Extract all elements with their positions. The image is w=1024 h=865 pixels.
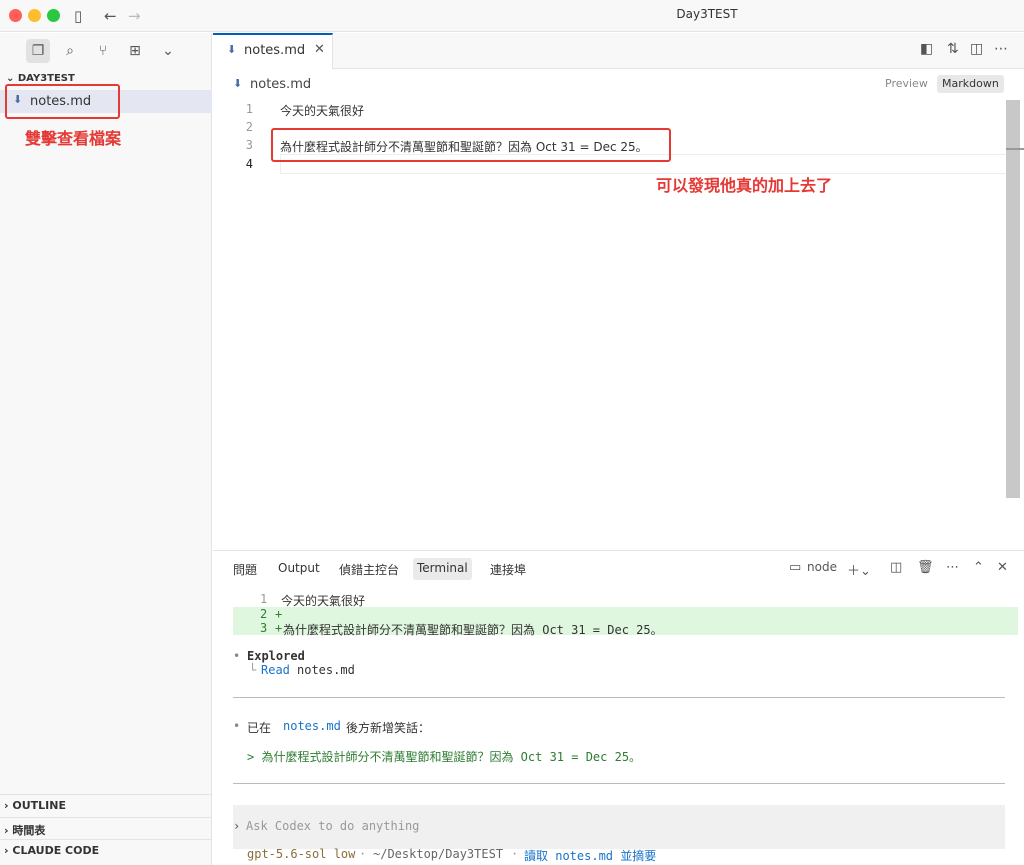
tab-problems[interactable]: 問題 bbox=[229, 558, 261, 580]
sidebar-section-timeline[interactable]: › 時間表 bbox=[0, 817, 212, 839]
summary-suffix: 後方新增笑話： bbox=[346, 721, 431, 735]
explorer-icon[interactable]: ❐ bbox=[26, 39, 50, 63]
line-number: 3 bbox=[245, 138, 253, 152]
code-line[interactable]: 1 今天的天氣很好 bbox=[213, 100, 1008, 118]
status-model: gpt-5.6-sol low bbox=[247, 847, 356, 861]
source-control-icon[interactable]: ⑂ bbox=[91, 39, 115, 63]
close-icon[interactable]: ✕ bbox=[314, 42, 325, 57]
sidebar-section-claude-code[interactable]: › CLAUDE CODE bbox=[0, 839, 212, 861]
diff-line-number: 2 bbox=[260, 607, 268, 621]
tab-ports[interactable]: 連接埠 bbox=[486, 558, 530, 580]
terminal-icon: ▭ bbox=[789, 560, 802, 575]
new-terminal-icon[interactable]: ＋⌄ bbox=[847, 560, 871, 579]
chevron-down-icon[interactable]: ⌄ bbox=[156, 39, 180, 63]
trash-icon[interactable]: 🗑 bbox=[917, 560, 934, 575]
tab-terminal[interactable]: Terminal bbox=[413, 558, 472, 580]
bullet-icon: • bbox=[233, 649, 241, 663]
breadcrumb: ⬇ notes.md Preview Markdown bbox=[213, 70, 1024, 98]
line-number: 2 bbox=[245, 120, 253, 134]
explored-label: Explored bbox=[247, 649, 305, 663]
title-bar: ▯ ← → Day3TEST bbox=[0, 0, 1024, 32]
summary-prefix: 已在 bbox=[247, 721, 272, 735]
markdown-file-icon: ⬇ bbox=[227, 43, 237, 56]
tab-label: notes.md bbox=[244, 43, 306, 58]
quote-text: > 為什麼程式設計師分不清萬聖節和聖誕節？因為 Oct 31 = Dec 25。 bbox=[247, 750, 642, 764]
line-text: 今天的天氣很好 bbox=[280, 104, 365, 118]
prompt-chevron-icon: › bbox=[233, 819, 241, 833]
read-label: Read bbox=[261, 663, 290, 677]
tab-notes-md[interactable]: ⬇ notes.md ✕ bbox=[213, 33, 333, 69]
open-preview-icon[interactable]: ◧ bbox=[920, 41, 933, 57]
close-icon[interactable]: ✕ bbox=[997, 560, 1008, 575]
search-icon[interactable]: ⌕ bbox=[58, 39, 82, 63]
diff-line-text: 今天的天氣很好 bbox=[281, 594, 366, 608]
summary-file: notes.md bbox=[283, 719, 341, 733]
extensions-icon[interactable]: ⊞ bbox=[123, 39, 147, 63]
editor-area[interactable]: 1 今天的天氣很好 2 3 為什麼程式設計師分不清萬聖節和聖誕節？因為 Oct … bbox=[213, 98, 1024, 550]
split-terminal-icon[interactable]: ◫ bbox=[890, 560, 902, 575]
annotation-box-line bbox=[271, 128, 671, 162]
breadcrumb-file[interactable]: notes.md bbox=[250, 77, 311, 92]
more-actions-icon[interactable]: ⋯ bbox=[946, 560, 959, 575]
divider bbox=[233, 697, 1005, 698]
line-number: 1 bbox=[245, 102, 253, 116]
annotation-box-file bbox=[5, 84, 120, 119]
editor-scrollbar[interactable] bbox=[1006, 100, 1020, 498]
diff-mark: + bbox=[275, 607, 283, 621]
window-title: Day3TEST bbox=[676, 7, 738, 21]
more-actions-icon[interactable]: ⋯ bbox=[994, 41, 1008, 57]
maximize-panel-icon[interactable]: ⌃ bbox=[973, 560, 984, 575]
diff-added-row bbox=[233, 607, 1018, 621]
prompt-input[interactable]: Ask Codex to do anything bbox=[246, 819, 419, 833]
read-file: notes.md bbox=[297, 663, 355, 677]
annotation-editor-note: 可以發現他真的加上去了 bbox=[656, 176, 833, 195]
markdown-mode-button[interactable]: Markdown bbox=[937, 75, 1004, 93]
terminal-name[interactable]: node bbox=[807, 560, 837, 574]
toggle-format-icon[interactable]: ⇅ bbox=[947, 41, 959, 57]
sidebar-section-outline[interactable]: › OUTLINE bbox=[0, 794, 212, 816]
explorer-section-title[interactable]: ⌄ DAY3TEST bbox=[6, 73, 75, 84]
separator-dot: · bbox=[511, 847, 519, 861]
chevron-down-icon: ⌄ bbox=[6, 73, 18, 84]
divider bbox=[233, 783, 1005, 784]
scrollbar-cursor-marker bbox=[1006, 148, 1024, 150]
markdown-file-icon: ⬇ bbox=[233, 77, 243, 90]
diff-mark: + bbox=[275, 621, 283, 635]
tree-branch-icon: └ bbox=[249, 663, 257, 677]
tab-output[interactable]: Output bbox=[274, 558, 324, 580]
status-path: ~/Desktop/Day3TEST bbox=[373, 847, 504, 861]
status-hint: 讀取 notes.md 並摘要 bbox=[524, 849, 657, 863]
editor-tab-bar: ⬇ notes.md ✕ ◧ ⇅ ◫ ⋯ bbox=[213, 33, 1024, 69]
separator-dot: · bbox=[359, 847, 367, 861]
tab-debug-console[interactable]: 偵錯主控台 bbox=[335, 558, 403, 580]
preview-mode-button[interactable]: Preview bbox=[880, 75, 933, 93]
split-editor-icon[interactable]: ◫ bbox=[970, 41, 983, 57]
diff-line-number: 3 bbox=[260, 621, 268, 635]
diff-line-number: 1 bbox=[260, 592, 268, 606]
bullet-icon: • bbox=[233, 719, 241, 733]
activity-bar: ❐ ⌕ ⑂ ⊞ ⌄ bbox=[0, 33, 212, 69]
bottom-panel: 問題 Output 偵錯主控台 Terminal 連接埠 ▭ node ＋⌄ ◫… bbox=[213, 550, 1024, 865]
diff-line-text: 為什麼程式設計師分不清萬聖節和聖誕節？因為 Oct 31 = Dec 25。 bbox=[283, 623, 663, 637]
annotation-sidebar-note: 雙擊查看檔案 bbox=[25, 129, 122, 148]
line-number: 4 bbox=[245, 157, 253, 171]
sidebar: ❐ ⌕ ⑂ ⊞ ⌄ ⌄ DAY3TEST ⬇ notes.md 雙擊查看檔案 ›… bbox=[0, 33, 212, 865]
